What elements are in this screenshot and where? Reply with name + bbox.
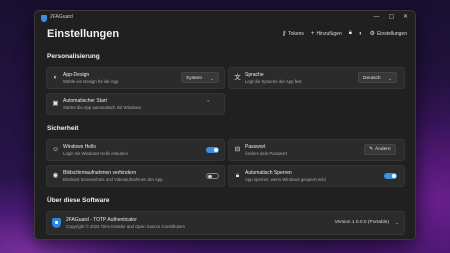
chevron-down-icon[interactable]: ⌄ — [395, 220, 399, 226]
window-title: 2FAGuard — [50, 14, 73, 20]
plus-icon: + — [310, 30, 315, 37]
language-title: Sprache — [245, 72, 264, 78]
autostart-title: Automatischer Start — [63, 98, 107, 104]
password-icon: ⊟ — [234, 146, 241, 153]
settings-button[interactable]: ⚙ Einstellungen — [370, 29, 407, 38]
language-desc: Legt die Sprache der App fest — [245, 78, 302, 84]
add-button[interactable]: + Hinzufügen — [311, 29, 342, 38]
settings-label: Einstellungen — [376, 30, 407, 37]
autolock-title: Automatisch Sperren — [245, 170, 292, 176]
autolock-toggle[interactable] — [384, 172, 397, 179]
about-copyright: Copyright © 2024 Timo Kössler and Open S… — [66, 223, 186, 229]
windows-hello-title: Windows Hello — [63, 144, 97, 150]
section-security: Sicherheit — [47, 125, 79, 132]
design-desc: Wähle ein Design für die App — [63, 78, 119, 84]
translate-icon: 文 — [234, 74, 241, 81]
app-window-icon: ▣ — [52, 100, 59, 107]
language-card: 文 Sprache Legt die Sprache der App fest … — [228, 67, 405, 89]
title-bar[interactable]: 2FAGuard — ▢ ✕ — [35, 11, 415, 25]
autostart-toggle[interactable]: ◦ — [207, 98, 209, 105]
tokens-label: Tokens — [288, 30, 304, 37]
screenshot-block-card: ◉ Bildschirmaufnahmen verhindern Blockie… — [46, 165, 225, 187]
windows-hello-desc: Login mit Windows Hello erlauben — [63, 150, 128, 156]
lock-icon: 🔒︎ — [348, 30, 352, 36]
lock-icon: 🔒︎ — [235, 172, 240, 179]
gear-icon: ⚙ — [369, 31, 375, 37]
design-dropdown-value: System — [186, 76, 202, 81]
face-icon: ☺ — [52, 146, 59, 153]
contrast-icon: ◐ — [358, 30, 363, 37]
about-card[interactable]: 2FAGuard - TOTP Authenticator Copyright … — [46, 211, 405, 235]
change-password-button[interactable]: ✎ Ändern — [364, 144, 396, 155]
autostart-card: ▣ Automatischer Start Startet die App au… — [46, 93, 225, 115]
key-icon: ⚷ — [281, 31, 287, 37]
chevron-down-icon: ⌄ — [210, 76, 214, 81]
maximize-button[interactable]: ▢ — [385, 12, 398, 23]
pencil-icon: ✎ — [369, 147, 374, 152]
about-title: 2FAGuard - TOTP Authenticator — [66, 216, 137, 223]
design-card: ◐ App-Design Wähle ein Design für die Ap… — [46, 67, 225, 89]
autolock-desc: App sperren, wenn Windows gesperrt wird — [245, 176, 326, 182]
tokens-button[interactable]: ⚷ Tokens — [282, 29, 304, 38]
toggle-dot-icon: ◦ — [207, 98, 210, 105]
page-title: Einstellungen — [47, 28, 120, 40]
theme-button[interactable]: ◐ — [359, 29, 363, 38]
section-about: Über diese Software — [47, 197, 110, 204]
section-personalization: Personalisierung — [47, 53, 100, 60]
version-text: Version 1.0.0.0 (Portable) — [334, 220, 389, 225]
top-toolbar: ⚷ Tokens + Hinzufügen 🔒︎ ◐ ⚙ Einstellung… — [282, 29, 407, 38]
change-password-label: Ändern — [375, 147, 391, 152]
toggle-knob — [213, 147, 218, 152]
app-shield-icon — [41, 15, 47, 22]
chevron-down-icon: ⌄ — [388, 76, 392, 81]
screenshot-block-toggle[interactable] — [206, 172, 219, 179]
password-card: ⊟ Passwort Ändere dein Passwort ✎ Ändern — [228, 139, 405, 161]
toggle-knob — [208, 174, 212, 178]
close-button[interactable]: ✕ — [399, 12, 412, 23]
record-icon: ◉ — [52, 172, 59, 179]
add-label: Hinzufügen — [316, 30, 342, 37]
autostart-desc: Startet die App automatisch mit Windows — [63, 104, 142, 110]
design-dropdown[interactable]: System ⌄ — [181, 72, 219, 83]
screenshot-block-title: Bildschirmaufnahmen verhindern — [63, 170, 137, 176]
language-dropdown-value: Deutsch — [363, 76, 381, 81]
password-title: Passwort — [245, 144, 266, 150]
design-title: App-Design — [63, 72, 90, 78]
autolock-card: 🔒︎ Automatisch Sperren App sperren, wenn… — [228, 165, 405, 187]
password-desc: Ändere dein Passwort — [245, 150, 288, 156]
windows-hello-toggle[interactable] — [206, 146, 219, 153]
toggle-knob — [391, 173, 396, 178]
app-window: 2FAGuard — ▢ ✕ Einstellungen ⚷ Tokens + … — [34, 10, 416, 240]
contrast-icon: ◐ — [53, 74, 58, 81]
language-dropdown[interactable]: Deutsch ⌄ — [358, 72, 397, 83]
lock-button[interactable]: 🔒︎ — [349, 29, 352, 38]
screenshot-block-desc: Blockiert Screenshots und Videoaufnahmen… — [63, 176, 163, 182]
app-shield-icon — [52, 218, 61, 228]
minimize-button[interactable]: — — [370, 12, 383, 23]
windows-hello-card: ☺ Windows Hello Login mit Windows Hello … — [46, 139, 225, 161]
desktop: { "window": { "app_name": "2FAGuard", "c… — [0, 0, 450, 253]
